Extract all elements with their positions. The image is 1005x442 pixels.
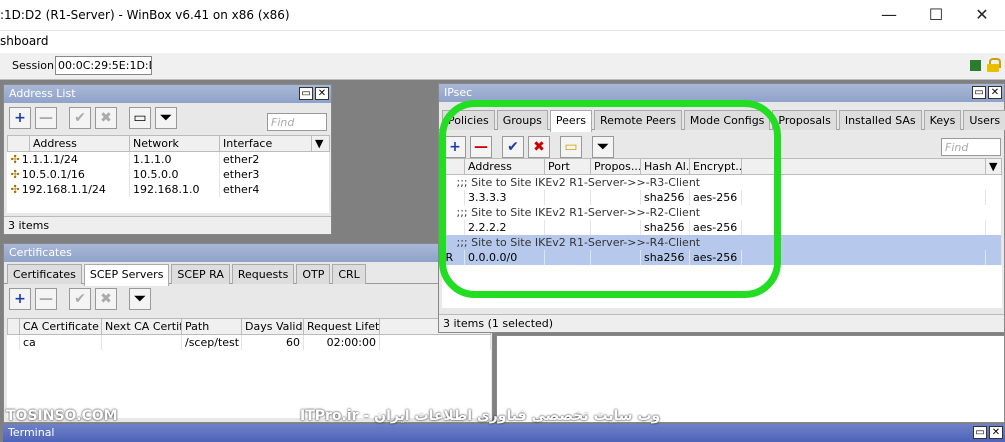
- comment-icon[interactable]: ▭: [129, 107, 151, 129]
- disable-icon[interactable]: ✖: [95, 107, 117, 129]
- tab-installed-sas[interactable]: Installed SAs: [838, 110, 922, 130]
- address-table: Address Network Interface ▼ ✣ 1.1.1.1/24 1.1.…: [7, 135, 330, 197]
- col-network[interactable]: Network: [129, 135, 220, 152]
- tab-users[interactable]: Users: [963, 110, 1005, 130]
- tab-scep-servers[interactable]: SCEP Servers: [83, 264, 170, 286]
- col-address[interactable]: Address: [29, 135, 130, 152]
- ipsec-title: IPsec: [444, 86, 473, 99]
- session-field[interactable]: 00:0C:29:5E:1D:D2: [55, 56, 152, 75]
- restore-icon[interactable]: ▭: [299, 87, 313, 100]
- close-icon[interactable]: ✕: [988, 86, 1002, 99]
- find-input[interactable]: Find: [267, 113, 327, 131]
- address-icon: ✣: [10, 183, 20, 196]
- close-icon[interactable]: ✕: [315, 87, 329, 100]
- scep-table-area: CA CertificateNext CA Certif...PathDays …: [7, 318, 491, 418]
- table-row[interactable]: ✣ 10.5.0.1/16 10.5.0.0 ether3: [7, 167, 330, 182]
- status-green-icon: [970, 60, 981, 71]
- close-button[interactable]: ✕: [959, 4, 1005, 28]
- add-icon[interactable]: +: [9, 288, 31, 310]
- address-table-area: Address Network Interface ▼ ✣ 1.1.1.1/24 1.1.…: [7, 135, 330, 213]
- address-list-status: 3 items: [4, 216, 331, 234]
- address-list-window: Address List ▭ ✕ + — ✔ ✖ ▭ ⏷ Find Address…: [3, 84, 332, 235]
- certificates-window: Certificates Certificates SCEP Servers S…: [3, 243, 493, 423]
- filter-icon[interactable]: ⏷: [155, 107, 177, 129]
- certificates-titlebar: Certificates: [4, 244, 492, 262]
- ipsec-status: 3 items (1 selected): [439, 314, 1004, 332]
- tab-requests[interactable]: Requests: [231, 264, 295, 284]
- terminal-titlebar: Terminal ▭ ✕: [3, 424, 1005, 442]
- watermark-right: ITPro.ir - وب سایت تخصصی فناوری اطلاعات …: [300, 408, 661, 424]
- scep-table: CA CertificateNext CA Certif...PathDays …: [7, 318, 491, 350]
- address-icon: ✣: [10, 168, 20, 181]
- certificates-tabs: Certificates SCEP Servers SCEP RA Reques…: [4, 262, 492, 286]
- session-label: Session:: [12, 59, 58, 72]
- certificates-title: Certificates: [9, 246, 72, 259]
- maximize-button[interactable]: ☐: [913, 4, 959, 28]
- window-titlebar: :1D:D2 (R1-Server) - WinBox v6.41 on x86…: [0, 0, 1005, 31]
- close-icon[interactable]: ✕: [989, 426, 1003, 439]
- columns-dropdown-icon[interactable]: ▼: [311, 135, 330, 152]
- col-ca-certificate[interactable]: CA Certificate: [19, 318, 102, 335]
- col-path[interactable]: Path: [181, 318, 242, 335]
- session-bar: Session: 00:0C:29:5E:1D:D2: [0, 53, 1005, 80]
- add-icon[interactable]: +: [9, 107, 31, 129]
- watermark-left: TOSINSO.COM: [6, 408, 118, 424]
- tab-proposals[interactable]: Proposals: [772, 110, 837, 130]
- table-row[interactable]: ✣ 192.168.1.1/24 192.168.1.0 ether4: [7, 182, 330, 197]
- certificates-toolbar: + — ✔ ✖ ⏷: [4, 284, 492, 314]
- remove-icon[interactable]: —: [35, 288, 57, 310]
- address-icon: ✣: [10, 153, 20, 166]
- tab-otp[interactable]: OTP: [296, 264, 331, 284]
- col-interface[interactable]: Interface: [219, 135, 312, 152]
- address-list-titlebar: Address List ▭ ✕: [4, 85, 331, 103]
- terminal-window: Terminal ▭ ✕: [3, 424, 1005, 442]
- restore-icon[interactable]: ▭: [972, 86, 986, 99]
- restore-icon[interactable]: ▭: [973, 426, 987, 439]
- terminal-title: Terminal: [8, 426, 55, 439]
- window-title: :1D:D2 (R1-Server) - WinBox v6.41 on x86…: [0, 8, 290, 22]
- filter-icon[interactable]: ⏷: [129, 288, 151, 310]
- enable-icon[interactable]: ✔: [69, 288, 91, 310]
- tab-certificates[interactable]: Certificates: [7, 264, 82, 284]
- lock-icon: [987, 58, 1001, 72]
- columns-dropdown-icon[interactable]: ▼: [985, 158, 1002, 175]
- find-input[interactable]: Find: [941, 138, 1001, 156]
- menu-bar: shboard: [0, 31, 1005, 53]
- tab-crl[interactable]: CRL: [332, 264, 366, 284]
- tab-keys[interactable]: Keys: [923, 110, 962, 130]
- highlight-annotation: [439, 100, 781, 298]
- table-row[interactable]: ca/scep/test 60 02:00:00: [7, 334, 491, 350]
- col-request-lifetime[interactable]: Request Lifeti...: [303, 318, 380, 335]
- col-next-ca[interactable]: Next CA Certif...: [101, 318, 182, 335]
- tab-scep-ra[interactable]: SCEP RA: [171, 264, 230, 284]
- enable-icon[interactable]: ✔: [69, 107, 91, 129]
- table-row[interactable]: ✣ 1.1.1.1/24 1.1.1.0 ether2: [7, 151, 330, 167]
- disable-icon[interactable]: ✖: [95, 288, 117, 310]
- minimize-button[interactable]: —: [866, 4, 912, 28]
- menu-dashboard[interactable]: shboard: [0, 34, 49, 48]
- col-days-valid[interactable]: Days Valid: [241, 318, 304, 335]
- address-list-title: Address List: [9, 87, 76, 100]
- remove-icon[interactable]: —: [35, 107, 57, 129]
